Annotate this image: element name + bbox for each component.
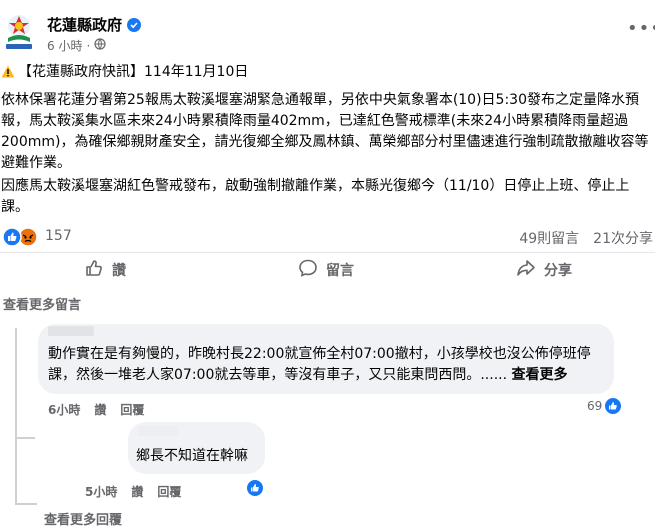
share-arrow-icon [516, 258, 536, 282]
reply-meta: 5小時 讚 回覆 [85, 483, 181, 500]
meta-separator: · [86, 38, 91, 53]
globe-icon [94, 38, 106, 53]
comment-text: 動作實在是有夠慢的，昨晚村長22:00就宣佈全村07:00撤村，小孩學校也沒公佈… [48, 344, 613, 386]
post-meta: 6 小時 · [47, 37, 106, 54]
page-name-row[interactable]: 花蓮縣政府 [47, 14, 142, 35]
see-more-link[interactable]: 查看更多 [512, 367, 568, 383]
reaction-icons[interactable] [2, 227, 42, 247]
engagement-counts: 49則留言 21次分享 [519, 228, 653, 248]
post-paragraph-2: 因應馬太鞍溪堰塞湖紅色警戒發布，啟動強制撤離作業，本縣光復鄉今（11/10）日停… [1, 178, 630, 215]
reaction-count[interactable]: 157 [45, 228, 72, 244]
like-icon [2, 227, 22, 247]
view-more-replies[interactable]: 查看更多回覆 [44, 509, 122, 528]
thread-line-branch [15, 503, 37, 505]
page-name[interactable]: 花蓮縣政府 [47, 16, 122, 34]
comment-body: 動作實在是有夠慢的，昨晚村長22:00就宣佈全村07:00撤村，小孩學校也沒公佈… [48, 346, 591, 383]
comment-like-count-value: 69 [587, 399, 603, 413]
post-title-text: 【花蓮縣政府快訊】114年11月10日 [18, 64, 249, 80]
comment-like-button[interactable]: 讚 [94, 401, 106, 418]
comment-button-label: 留言 [326, 263, 354, 279]
thread-line-branch [15, 437, 35, 439]
like-badge-icon [605, 398, 622, 414]
like-badge-icon [247, 480, 263, 496]
reply-time[interactable]: 5小時 [85, 483, 117, 500]
share-button[interactable]: 分享 [516, 257, 572, 283]
warning-icon [1, 64, 15, 85]
comment-bubble-icon [298, 258, 318, 282]
commenter-name-redacted[interactable] [48, 326, 94, 336]
view-more-comments[interactable]: 查看更多留言 [3, 294, 81, 313]
like-button[interactable]: 讚 [84, 257, 126, 283]
reply-like-button[interactable]: 讚 [131, 483, 143, 500]
comment-button[interactable]: 留言 [298, 257, 354, 283]
reply-bubble: 鄉長不知道在幹嘛 [128, 422, 265, 474]
page-avatar[interactable] [2, 12, 36, 52]
comment-meta: 6小時 讚 回覆 [48, 401, 144, 418]
reply-author-redacted[interactable] [138, 426, 178, 436]
comment-bubble: 動作實在是有夠慢的，昨晚村長22:00就宣佈全村07:00撤村，小孩學校也沒公佈… [38, 324, 614, 394]
more-options-icon[interactable]: ••• [627, 18, 655, 39]
thumbs-up-icon [84, 258, 104, 282]
share-count[interactable]: 21次分享 [593, 228, 653, 248]
comment-count[interactable]: 49則留言 [519, 228, 579, 248]
comment-time[interactable]: 6小時 [48, 401, 80, 418]
post-paragraph-1: 依林保署花蓮分署第25報馬太鞍溪堰塞湖緊急通報單，另依中央氣象署本(10)日5:… [1, 92, 649, 171]
reply-like-badge[interactable] [247, 480, 263, 496]
post-timestamp[interactable]: 6 小時 [47, 37, 82, 54]
like-button-label: 讚 [112, 263, 126, 279]
post-header: 花蓮縣政府 6 小時 · ••• [0, 0, 655, 58]
reply-text: 鄉長不知道在幹嘛 [136, 448, 248, 464]
reactions-bar: 157 49則留言 21次分享 [0, 226, 655, 248]
reply-reply-button[interactable]: 回覆 [157, 483, 181, 500]
share-button-label: 分享 [544, 263, 572, 279]
thread-line [15, 328, 17, 503]
post-actions: 讚 留言 分享 [0, 252, 655, 287]
post-title-line: 【花蓮縣政府快訊】114年11月10日 [0, 62, 249, 85]
comment-reply-button[interactable]: 回覆 [120, 401, 144, 418]
comment-like-count[interactable]: 69 [587, 398, 622, 414]
verified-badge-icon [127, 18, 142, 32]
